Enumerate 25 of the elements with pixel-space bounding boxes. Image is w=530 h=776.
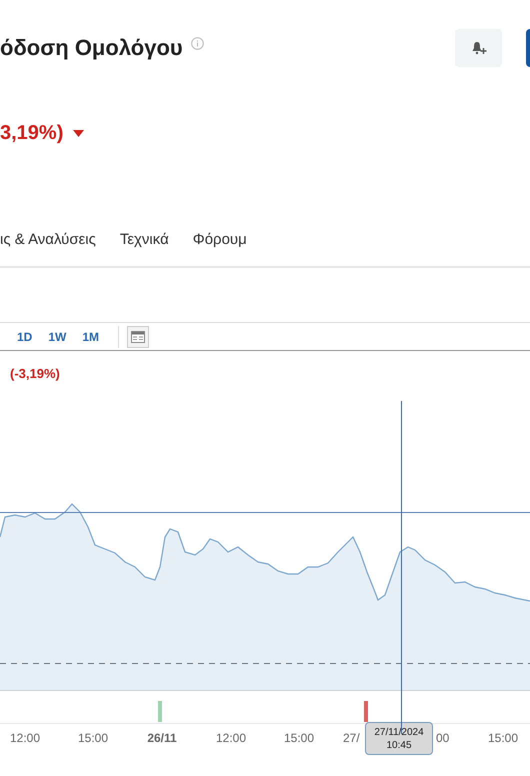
bell-plus-icon [470,41,486,55]
x-axis-label: 15:00 [284,730,314,747]
x-axis-label: 00 [436,730,450,747]
range-button[interactable]: 1D [16,328,34,346]
tooltip-date: 27/11/2024 [374,726,424,738]
add-alert-button[interactable] [455,29,502,67]
x-axis-label: 12:00 [10,730,40,747]
x-axis-label: 15:00 [78,730,108,747]
x-axis-label: 15:00 [488,730,518,747]
page-title: όδοση Ομολόγου [0,34,183,62]
nav-tab[interactable]: Φόρουμ [192,228,247,251]
price-change: 3,19%) [0,121,64,146]
tooltip-time: 10:45 [386,738,412,752]
table-icon [131,330,146,342]
range-button[interactable]: 1M [81,328,100,346]
nav-tab[interactable]: ις & Αναλύσεις [0,228,96,251]
range-button[interactable]: 1W [47,328,68,346]
action-button[interactable] [526,29,530,67]
table-view-button[interactable] [127,326,150,348]
x-axis-label: 26/11 [147,730,177,747]
nav-tab[interactable]: Τεχνικά [120,228,169,251]
down-triangle-icon [73,130,84,136]
chart-change: (-3,19%) [10,365,60,384]
x-axis-label: 12:00 [216,730,246,747]
x-axis-label: 27/ [343,730,360,747]
